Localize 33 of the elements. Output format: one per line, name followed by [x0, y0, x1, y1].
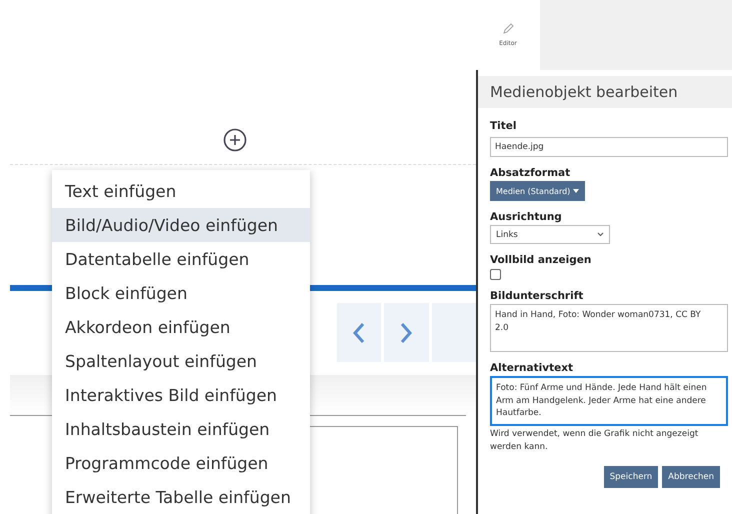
title-field[interactable]: Haende.jpg	[490, 137, 728, 157]
field-label: Absatzformat	[490, 167, 572, 179]
menu-item[interactable]: Inhaltsbaustein einfügen	[52, 412, 310, 446]
panel-title: Medienobjekt bearbeiten	[478, 76, 732, 108]
chevron-down-icon	[597, 232, 604, 237]
menu-item[interactable]: Block einfügen	[52, 276, 310, 310]
action-button[interactable]: Abbrechen	[662, 466, 720, 488]
menu-item[interactable]: Bild/Audio/Video einfügen	[52, 208, 310, 242]
text-area[interactable]: Hand in Hand, Foto: Wonder woman0731, CC BY 2.0	[490, 304, 728, 352]
text-area[interactable]: Foto: Fünf Arme und Hände. Jede Hand hält einen Arm am Handgelenk. Jeder Arme hat eine andere Hautfarbe.	[490, 376, 728, 426]
menu-item[interactable]: Datentabelle einfügen	[52, 242, 310, 276]
pencil-icon	[502, 23, 514, 35]
chevron-left-icon	[353, 322, 364, 342]
add-icon[interactable]	[223, 128, 247, 152]
field-label: Titel	[490, 120, 518, 132]
field-label: Alternativtext	[490, 362, 574, 374]
field-label: Ausrichtung	[490, 211, 563, 223]
action-button[interactable]: Speichern	[604, 466, 658, 488]
alignment-select[interactable]: Links	[490, 225, 610, 244]
menu-item[interactable]: Akkordeon einfügen	[52, 310, 310, 344]
chevron-right-icon	[401, 322, 412, 342]
help-text: Wird verwendet, wenn die Grafik nicht angezeigt werden kann.	[490, 428, 700, 454]
format-dropdown[interactable]: Medien (Standard)	[490, 181, 586, 201]
menu-item[interactable]: Programmcode einfügen	[52, 446, 310, 480]
field-label: Vollbild anzeigen	[490, 254, 592, 266]
field-label: Bildunterschrift	[490, 290, 584, 302]
fullscreen-checkbox[interactable]	[490, 269, 501, 280]
menu-item[interactable]: Spaltenlayout einfügen	[52, 344, 310, 378]
caret-icon	[573, 189, 580, 193]
previous-button[interactable]	[337, 303, 382, 362]
next-button[interactable]	[384, 303, 429, 362]
menu-item[interactable]: Text einfügen	[52, 174, 310, 208]
menu-item[interactable]: Erweiterte Tabelle einfügen	[52, 480, 310, 514]
